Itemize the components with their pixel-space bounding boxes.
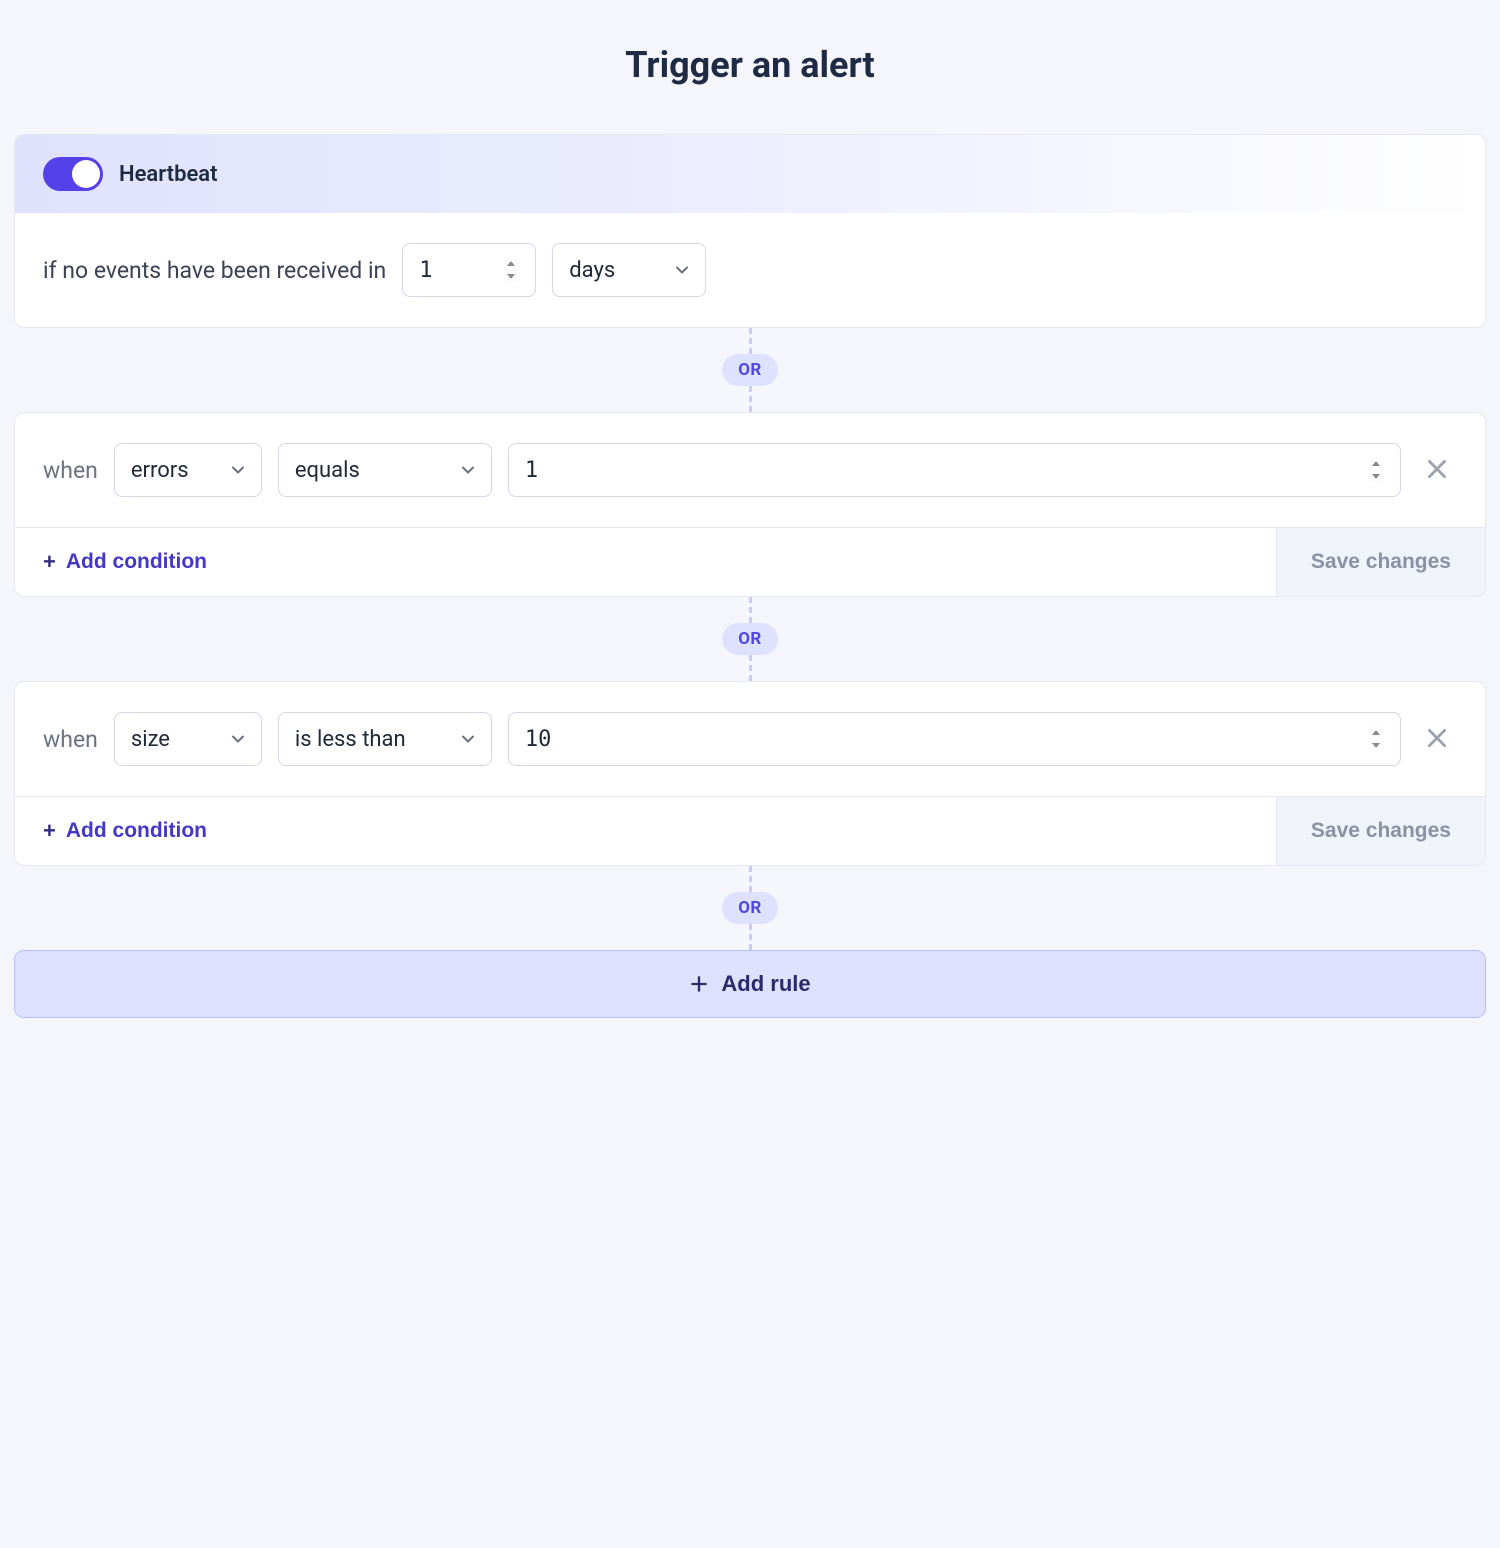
heartbeat-count-input[interactable]: [402, 243, 536, 297]
remove-rule-button[interactable]: [1417, 719, 1457, 759]
rule-field-select[interactable]: size: [114, 712, 262, 766]
connector: OR: [14, 328, 1486, 412]
or-pill: OR: [722, 354, 778, 386]
connector: OR: [14, 597, 1486, 681]
connector-line: [749, 328, 752, 354]
connector-line: [749, 924, 752, 950]
page-title: Trigger an alert: [14, 44, 1486, 86]
heartbeat-body: if no events have been received in days: [15, 213, 1485, 327]
remove-rule-button[interactable]: [1417, 450, 1457, 490]
plus-icon: [689, 974, 709, 994]
toggle-knob: [72, 160, 100, 188]
add-rule-label: Add rule: [721, 971, 810, 997]
connector-line: [749, 655, 752, 681]
rule-operator-select[interactable]: is less than: [278, 712, 492, 766]
heartbeat-label: Heartbeat: [119, 162, 218, 187]
rule-operator-select[interactable]: equals: [278, 443, 492, 497]
heartbeat-toggle[interactable]: [43, 157, 103, 191]
close-icon: [1424, 456, 1450, 485]
heartbeat-header: Heartbeat: [15, 135, 1485, 213]
plus-icon: +: [43, 551, 56, 573]
add-condition-button[interactable]: + Add condition: [15, 528, 1276, 596]
heartbeat-unit-wrap: days: [552, 243, 706, 297]
or-pill: OR: [722, 892, 778, 924]
or-pill: OR: [722, 623, 778, 655]
connector-line: [749, 386, 752, 412]
rule-value-input[interactable]: [508, 443, 1401, 497]
rule-card: when errors equals: [14, 412, 1486, 597]
close-icon: [1424, 725, 1450, 754]
add-condition-button[interactable]: + Add condition: [15, 797, 1276, 865]
rule-card: when size is less than: [14, 681, 1486, 866]
add-condition-label: Add condition: [66, 819, 207, 843]
connector-line: [749, 866, 752, 892]
plus-icon: +: [43, 820, 56, 842]
connector-line: [749, 597, 752, 623]
save-changes-button[interactable]: Save changes: [1276, 797, 1485, 865]
rule-prefix: when: [43, 726, 98, 753]
add-rule-button[interactable]: Add rule: [14, 950, 1486, 1018]
rule-field-select[interactable]: errors: [114, 443, 262, 497]
heartbeat-unit-select[interactable]: days: [552, 243, 706, 297]
rule-prefix: when: [43, 457, 98, 484]
rule-value-input[interactable]: [508, 712, 1401, 766]
rule-body: when errors equals: [15, 413, 1485, 527]
connector: OR: [14, 866, 1486, 950]
rule-body: when size is less than: [15, 682, 1485, 796]
heartbeat-card: Heartbeat if no events have been receive…: [14, 134, 1486, 328]
add-condition-label: Add condition: [66, 550, 207, 574]
save-changes-button[interactable]: Save changes: [1276, 528, 1485, 596]
heartbeat-text: if no events have been received in: [43, 257, 386, 284]
